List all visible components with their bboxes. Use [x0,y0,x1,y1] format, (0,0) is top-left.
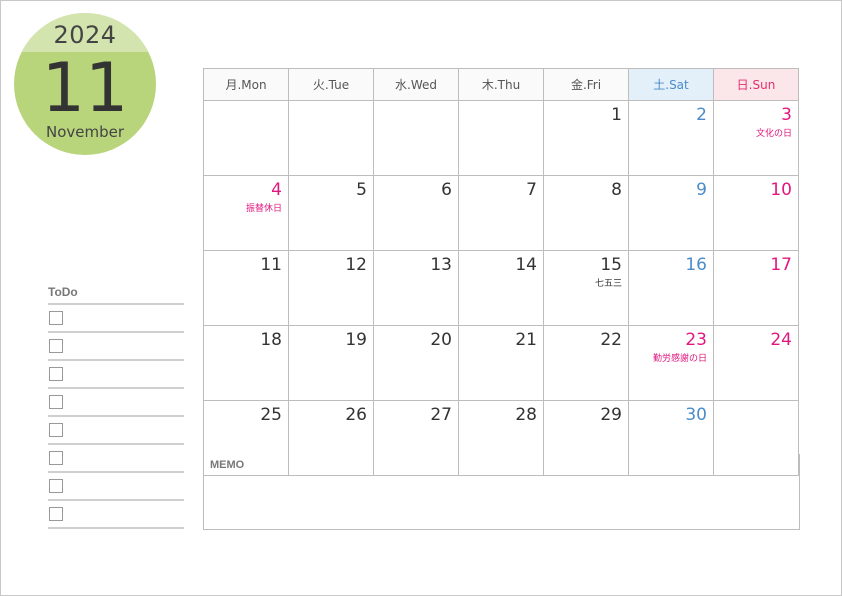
todo-list: ToDo [48,284,184,529]
day-cell[interactable]: 2 [628,100,714,176]
weekday-header: 金.Fri [543,68,629,101]
checkbox-icon[interactable] [49,479,63,493]
todo-item [48,361,184,389]
day-cell[interactable]: 9 [628,175,714,251]
day-cell[interactable] [373,100,459,176]
todo-item [48,389,184,417]
day-cell[interactable]: 1 [543,100,629,176]
day-number: 9 [696,180,707,200]
day-number: 17 [770,255,792,275]
day-number: 25 [260,405,282,425]
day-cell[interactable] [288,100,374,176]
day-cell[interactable]: 19 [288,325,374,401]
day-cell[interactable]: 20 [373,325,459,401]
todo-item [48,473,184,501]
day-number: 4 [271,180,282,200]
day-cell[interactable]: 21 [458,325,544,401]
day-number: 24 [770,330,792,350]
day-cell[interactable]: 15 七五三 [543,250,629,326]
day-number: 28 [515,405,537,425]
weekday-header: 火.Tue [288,68,374,101]
checkbox-icon[interactable] [49,423,63,437]
holiday-label: 勤労感謝の日 [652,353,707,363]
day-cell[interactable]: 8 [543,175,629,251]
day-number: 27 [430,405,452,425]
day-number: 21 [515,330,537,350]
weekday-header: 水.Wed [373,68,459,101]
holiday-label: 七五三 [594,278,622,288]
day-number: 22 [600,330,622,350]
week-row: 11 12 13 14 15 七五三 16 17 [203,250,799,326]
month-number: 11 [41,49,129,128]
day-cell[interactable]: 5 [288,175,374,251]
day-cell[interactable]: 18 [203,325,289,401]
day-number: 1 [611,105,622,125]
checkbox-icon[interactable] [49,507,63,521]
day-cell[interactable]: 12 [288,250,374,326]
todo-item [48,333,184,361]
day-cell[interactable] [458,100,544,176]
memo-area[interactable]: MEMO [203,454,800,530]
day-number: 7 [526,180,537,200]
memo-label: MEMO [210,459,245,471]
day-cell[interactable]: 16 [628,250,714,326]
todo-item [48,417,184,445]
day-cell[interactable]: 17 [713,250,799,326]
day-number: 19 [345,330,367,350]
day-number: 30 [685,405,707,425]
day-number: 14 [515,255,537,275]
day-number: 11 [260,255,282,275]
day-number: 2 [696,105,707,125]
day-number: 29 [600,405,622,425]
day-cell[interactable]: 23 勤労感謝の日 [628,325,714,401]
holiday-label: 振替休日 [245,203,282,213]
week-row: 4 振替休日 5 6 7 8 9 10 [203,175,799,251]
checkbox-icon[interactable] [49,339,63,353]
day-cell[interactable]: 22 [543,325,629,401]
checkbox-icon[interactable] [49,451,63,465]
checkbox-icon[interactable] [49,367,63,381]
day-cell[interactable]: 6 [373,175,459,251]
day-cell[interactable]: 3 文化の日 [713,100,799,176]
checkbox-icon[interactable] [49,311,63,325]
day-number: 15 [600,255,622,275]
week-row: 1 2 3 文化の日 [203,100,799,176]
day-number: 10 [770,180,792,200]
todo-item [48,445,184,473]
day-number: 13 [430,255,452,275]
holiday-label: 文化の日 [755,128,792,138]
weekday-header: 日.Sun [713,68,799,101]
day-cell[interactable]: 4 振替休日 [203,175,289,251]
day-number: 12 [345,255,367,275]
day-cell[interactable] [203,100,289,176]
weekday-header: 月.Mon [203,68,289,101]
day-number: 3 [781,105,792,125]
weekday-header: 土.Sat [628,68,714,101]
todo-item [48,501,184,529]
day-number: 16 [685,255,707,275]
day-number: 6 [441,180,452,200]
day-number: 23 [685,330,707,350]
calendar-page: 2024 11 November ToDo 月.Mon 火.Tue 水.Wed 木.T… [0,0,842,596]
day-number: 5 [356,180,367,200]
calendar-grid: 月.Mon 火.Tue 水.Wed 木.Thu 金.Fri 土.Sat 日.Sun 123文… [203,68,799,476]
weekday-header: 木.Thu [458,68,544,101]
month-name: November [45,123,125,141]
year-label: 2024 [53,21,117,49]
checkbox-icon[interactable] [49,395,63,409]
day-cell[interactable]: 13 [373,250,459,326]
day-cell[interactable]: 7 [458,175,544,251]
day-cell[interactable]: 10 [713,175,799,251]
day-number: 8 [611,180,622,200]
todo-title: ToDo [48,285,78,299]
week-row: 18 19 20 21 22 23 勤労感謝の日 24 [203,325,799,401]
todo-item [48,305,184,333]
day-number: 20 [430,330,452,350]
day-cell[interactable]: 24 [713,325,799,401]
day-cell[interactable]: 11 [203,250,289,326]
day-number: 18 [260,330,282,350]
day-cell[interactable]: 14 [458,250,544,326]
month-badge: 2024 11 November [14,13,156,155]
day-number: 26 [345,405,367,425]
